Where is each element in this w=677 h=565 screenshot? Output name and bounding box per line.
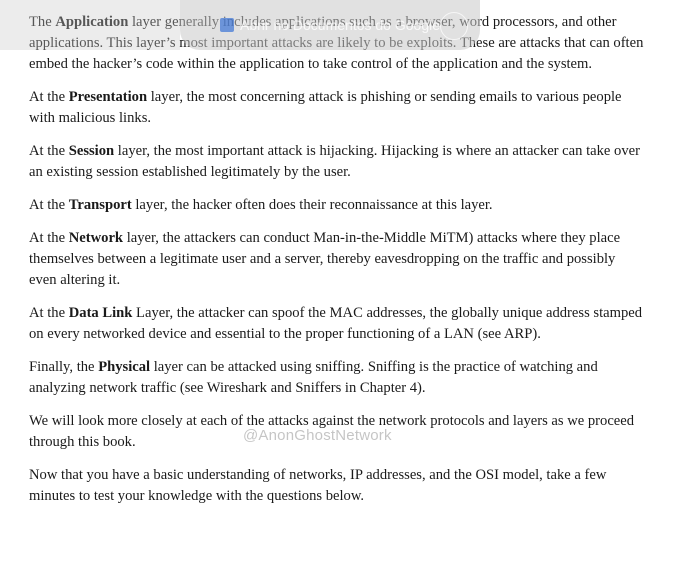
paragraph-presentation: At the Presentation layer, the most conc…	[29, 89, 622, 126]
term-network: Network	[68, 230, 124, 246]
term-physical: Physical	[98, 359, 151, 375]
term-data-link: Data Link	[68, 305, 133, 321]
watermark: @AnonGhostNetwork	[243, 427, 392, 444]
term-transport: Transport	[68, 197, 132, 213]
paragraph-network: At the Network layer, the attackers can …	[29, 230, 621, 288]
paragraph-knowledge-check: Now that you have a basic understanding …	[29, 467, 607, 504]
term-session: Session	[68, 143, 115, 159]
overlay-bar-left	[0, 0, 180, 50]
paragraph-transport: At the Transport layer, the hacker often…	[29, 197, 493, 213]
paragraph-physical: Finally, the Physical layer can be attac…	[29, 359, 598, 396]
overlay-title: Abrir no Documentos do Google	[240, 17, 440, 33]
open-in-google-docs-overlay[interactable]: Abrir no Documentos do Google	[180, 0, 480, 50]
overlay-circle-button[interactable]	[440, 12, 468, 40]
paragraph-data-link: At the Data Link Layer, the attacker can…	[29, 305, 643, 342]
paragraph-session: At the Session layer, the most important…	[29, 143, 640, 180]
term-presentation: Presentation	[68, 89, 148, 105]
google-docs-icon	[220, 18, 234, 32]
